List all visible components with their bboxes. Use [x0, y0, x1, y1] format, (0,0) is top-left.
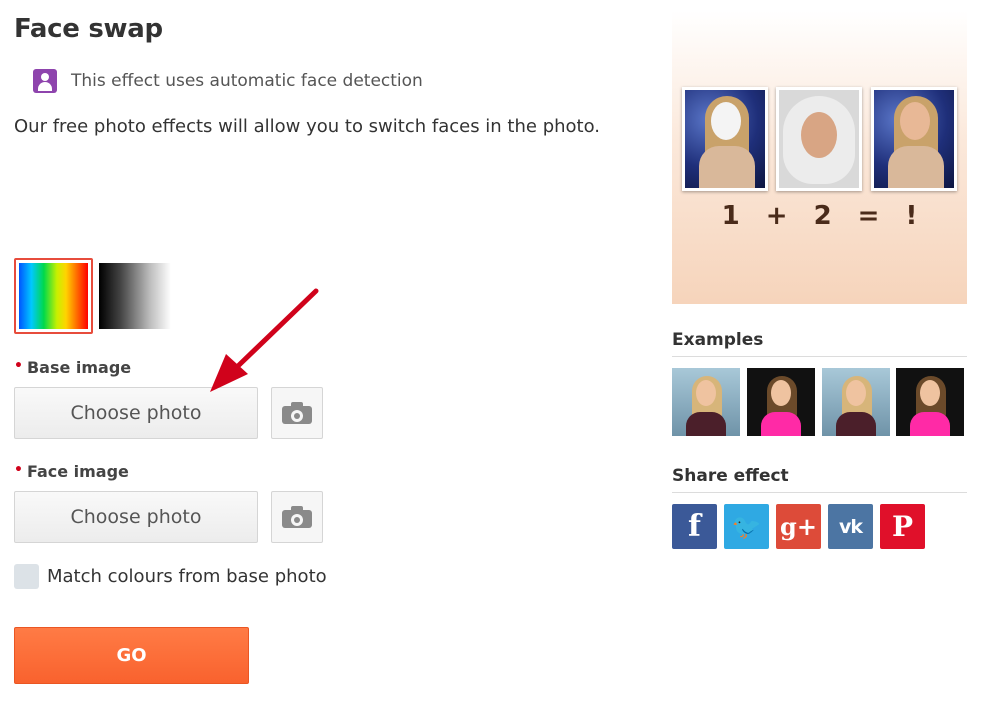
preview-base-photo [682, 87, 768, 191]
rainbow-color-option[interactable] [14, 258, 93, 334]
preview-result-photo [871, 87, 957, 191]
required-marker: • [14, 462, 23, 478]
required-marker: • [14, 358, 23, 374]
effect-preview-image: 1 + 2 = ! [672, 11, 967, 304]
twitter-share-button[interactable]: 🐦 [724, 504, 769, 549]
equation-term: 2 [813, 201, 832, 231]
google-plus-share-button[interactable]: g+ [776, 504, 821, 549]
preview-face-photo [776, 87, 862, 191]
intro-text: Our free photo effects will allow you to… [14, 116, 601, 137]
facebook-share-button[interactable]: f [672, 504, 717, 549]
google-plus-icon: g+ [780, 512, 817, 541]
example-thumbnail[interactable] [896, 368, 964, 436]
pinterest-share-button[interactable]: P [880, 504, 925, 549]
face-image-camera-button[interactable] [271, 491, 323, 543]
pinterest-icon: P [891, 510, 914, 543]
face-detection-note: This effect uses automatic face detectio… [33, 69, 423, 93]
example-thumbnail[interactable] [822, 368, 890, 436]
base-image-camera-button[interactable] [271, 387, 323, 439]
example-thumbnail[interactable] [672, 368, 740, 436]
match-colours-label[interactable]: Match colours from base photo [47, 566, 327, 587]
share-effect-heading: Share effect [672, 466, 967, 493]
equation-operator: + [765, 201, 788, 231]
face-image-choose-photo-button[interactable]: Choose photo [14, 491, 258, 543]
black-white-color-option[interactable] [99, 258, 171, 334]
camera-icon [282, 506, 312, 528]
vk-share-button[interactable]: vk [828, 504, 873, 549]
user-icon [33, 69, 57, 93]
share-buttons: f 🐦 g+ vk P [672, 504, 925, 549]
go-button[interactable]: GO [14, 627, 249, 684]
equation-term: 1 [721, 201, 740, 231]
examples-heading: Examples [672, 330, 967, 357]
example-thumbnail[interactable] [747, 368, 815, 436]
page-title: Face swap [14, 14, 163, 44]
face-detection-text: This effect uses automatic face detectio… [71, 71, 423, 91]
equation-result: ! [905, 201, 918, 231]
equation-operator: = [857, 201, 880, 231]
twitter-icon: 🐦 [731, 512, 762, 541]
face-image-label: • Face image [14, 462, 129, 481]
vk-icon: vk [838, 515, 863, 538]
facebook-icon: f [688, 509, 701, 544]
match-colours-row[interactable]: Match colours from base photo [14, 563, 327, 589]
match-colours-checkbox[interactable] [14, 563, 39, 589]
base-image-label: • Base image [14, 358, 132, 377]
camera-icon [282, 402, 312, 424]
base-image-choose-photo-button[interactable]: Choose photo [14, 387, 258, 439]
preview-equation: 1 + 2 = ! [672, 201, 967, 231]
